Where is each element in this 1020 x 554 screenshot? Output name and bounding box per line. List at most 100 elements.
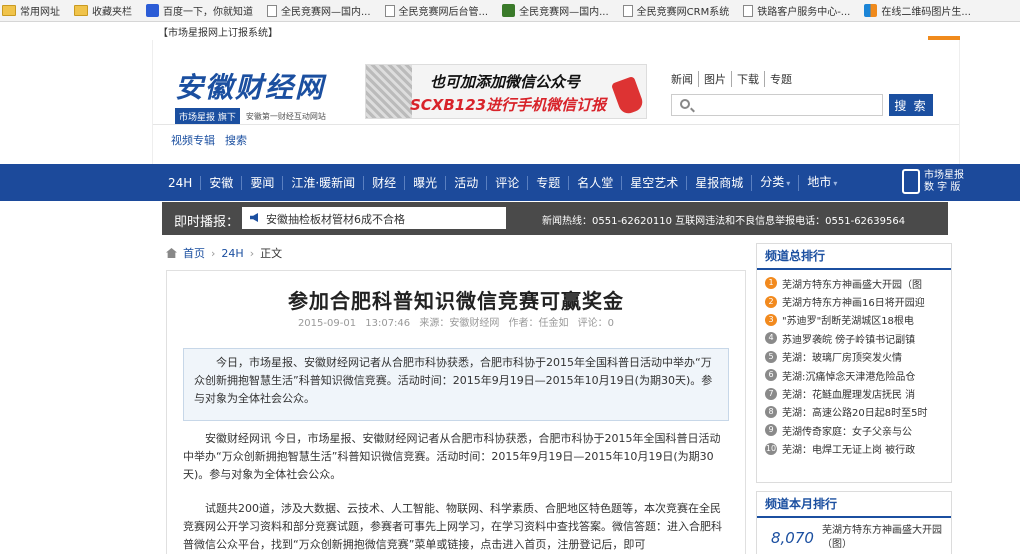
article-summary: 今日，市场星报、安徽财经网记者从合肥市科协获悉，合肥市科协于2015年全国科普日… — [183, 348, 729, 421]
bookmark-label: 全民竞赛网—国内... — [519, 7, 609, 18]
bookmark-label: 铁路客户服务中心-... — [757, 7, 851, 18]
banner-line1: 也可加添加微信公众号 — [430, 73, 581, 91]
rank-item[interactable]: 7 芜湖：花鲢血腥理发店抚民 消 — [765, 384, 951, 402]
wechat-banner-ad[interactable]: 也可加添加微信公众号 SCXB123进行手机微信订报 — [365, 64, 647, 119]
ticker-box: 安徽抽检板材管材6成不合格 — [242, 207, 506, 229]
bookmark-label: 收藏夹栏 — [92, 7, 132, 18]
rank-item[interactable]: 10 芜湖：电焊工无证上岗 被行政 — [765, 440, 951, 458]
logo-slogan: 安徽第一财经互动网站 — [245, 112, 326, 121]
nav-item-label: 星空艺术 — [630, 175, 679, 190]
chevron-down-icon: ▾ — [833, 178, 838, 188]
month-rank-item[interactable]: 8,070 芜湖方特东方神画盛大开园（图） — [757, 518, 951, 552]
nav-item[interactable]: 安徽 — [200, 175, 241, 190]
bookmark-label: 全民竞赛网后台管... — [398, 7, 489, 18]
rank-number: 2 — [765, 295, 777, 308]
nav-item[interactable]: 专题 — [527, 175, 568, 190]
nav-item[interactable]: 名人堂 — [568, 175, 621, 190]
rank-item[interactable]: 4 苏迪罗袭皖 傍子岭镇书记副镇 — [765, 329, 951, 347]
nav-item-label: 江淮·暖新闻 — [291, 175, 356, 190]
js-icon — [502, 4, 516, 17]
rank-title: "苏迪罗"刮断芜湖城区18根电 — [782, 316, 914, 328]
folder-icon — [2, 5, 16, 16]
bookmark-item[interactable]: 全民竞赛网—国内... — [502, 3, 609, 18]
nav-item[interactable]: 活动 — [445, 175, 486, 190]
nav-item[interactable]: 24H — [160, 176, 200, 190]
logo-subline: 市场星报 旗下 安徽第一财经互动网站 — [175, 108, 365, 125]
nav-item-label: 曝光 — [413, 175, 438, 190]
article-paragraph-2: 试题共200道，涉及大数据、云技术、人工智能、物联网、科学素质、合肥地区特色题等… — [183, 502, 722, 551]
rank-item[interactable]: 6 芜湖:沉痛悼念天津港危险品仓 — [765, 366, 951, 384]
search-box — [671, 94, 883, 116]
nav-item-label: 星报商城 — [695, 175, 744, 190]
rank-title: 芜湖：高速公路20日起8时至5时 — [782, 408, 928, 420]
bookmark-item[interactable]: 全民竞赛网后台管... — [384, 3, 489, 18]
rank-title: 芜湖传奇家庭：女子父亲与公 — [782, 426, 912, 438]
sub-nav-topics[interactable]: 专题 — [764, 71, 797, 87]
nav-item[interactable]: 地市 ▾ — [798, 174, 845, 191]
bookmarks-bar: 常用网址 收藏夹栏 百度一下，你就知道 全民竞赛网—国内... 全民竞赛网后台管... 全… — [0, 0, 1020, 22]
sub-nav: 新闻 图片 下载 专题 — [671, 71, 797, 87]
month-rank-views: 8,070 — [771, 529, 814, 547]
ticker-headline[interactable]: 安徽抽检板材管材6成不合格 — [266, 211, 405, 227]
bookmark-item[interactable]: 全民竞赛网—国内... — [267, 3, 371, 18]
quick-link-video[interactable]: 视频专辑 — [171, 132, 215, 148]
rank-item[interactable]: 9 芜湖传奇家庭：女子父亲与公 — [765, 421, 951, 439]
logo-badge: 市场星报 旗下 — [175, 108, 240, 125]
bookmark-item[interactable]: 铁路客户服务中心-... — [743, 3, 850, 18]
rank-title: 芜湖方特东方神画16日将开园迎 — [782, 298, 925, 310]
rank-number: 8 — [765, 405, 777, 418]
speaker-icon — [250, 213, 258, 222]
bookmark-item[interactable]: 百度一下，你就知道 — [146, 3, 253, 18]
rank-number: 6 — [765, 369, 777, 382]
rank-item[interactable]: 5 芜湖：玻璃厂房顶突发火情 — [765, 348, 951, 366]
nav-item[interactable]: 评论 — [486, 175, 527, 190]
bookmark-item[interactable]: 收藏夹栏 — [74, 3, 132, 18]
search-button[interactable]: 搜 索 — [889, 94, 933, 116]
nav-item[interactable]: 星空艺术 — [621, 175, 686, 190]
sub-nav-download[interactable]: 下载 — [731, 71, 764, 87]
nav-item[interactable]: 分类 ▾ — [751, 174, 798, 191]
rank-item[interactable]: 3 "苏迪罗"刮断芜湖城区18根电 — [765, 311, 951, 329]
nav-item-label: 活动 — [454, 175, 479, 190]
rank-item[interactable]: 1 芜湖方特东方神画盛大开园（图 — [765, 274, 951, 292]
rank-title: 芜湖：玻璃厂房顶突发火情 — [782, 353, 902, 365]
nav-item-label: 评论 — [495, 175, 520, 190]
bookmark-item[interactable]: 常用网址 — [2, 3, 60, 18]
month-rank-title: 芜湖方特东方神画盛大开园（图） — [821, 525, 942, 550]
nav-item[interactable]: 曝光 — [404, 175, 445, 190]
quick-link-search[interactable]: 搜索 — [225, 132, 247, 148]
site-logo[interactable]: 安徽财经网 市场星报 旗下 安徽第一财经互动网站 — [175, 66, 365, 126]
digital-edition-link[interactable]: 市场星报 数 字 版 — [902, 169, 964, 194]
subscription-link[interactable]: 【市场星报网上订报系统】 — [158, 24, 278, 39]
nav-item[interactable]: 星报商城 — [686, 175, 751, 190]
sub-nav-news[interactable]: 新闻 — [671, 71, 698, 87]
nav-item-label: 地市 — [807, 174, 832, 189]
nav-item[interactable]: 要闻 — [241, 175, 282, 190]
sub-nav-images[interactable]: 图片 — [698, 71, 731, 87]
bookmark-item[interactable]: 在线二维码图片生... — [864, 3, 971, 18]
nav-item[interactable]: 江淮·暖新闻 — [282, 175, 363, 190]
breadcrumb-section[interactable]: 24H — [221, 247, 243, 260]
bookmark-item[interactable]: 全民竞赛网CRM系统 — [622, 3, 729, 18]
rank-number: 9 — [765, 424, 777, 437]
bookmark-label: 常用网址 — [20, 7, 60, 18]
nav-item-label: 名人堂 — [577, 175, 614, 190]
nav-item-label: 要闻 — [250, 175, 275, 190]
ticker-label: 即时播报： — [174, 215, 240, 230]
rank-item[interactable]: 8 芜湖：高速公路20日起8时至5时 — [765, 403, 951, 421]
nav-item[interactable]: 财经 — [363, 175, 404, 190]
page-icon — [267, 4, 277, 17]
breadcrumb: 首页 › 24H › 正文 — [166, 245, 282, 261]
article-title: 参加合肥科普知识微信竞赛可赢奖金 — [288, 289, 624, 313]
site-header: 安徽财经网 市场星报 旗下 安徽第一财经互动网站 也可加添加微信公众号 SCXB… — [152, 40, 960, 164]
breadcrumb-home[interactable]: 首页 — [183, 245, 205, 261]
rank-total-box: 频道总排行 1 芜湖方特东方神画盛大开园（图 2 芜湖方特东方神画16日将开园迎 3 "苏… — [756, 243, 952, 483]
rank-item[interactable]: 2 芜湖方特东方神画16日将开园迎 — [765, 292, 951, 310]
page-icon — [384, 4, 395, 17]
main-nav-items: 24H 安徽 要闻 江淮·暖新闻 财经 曝光 活动 评论 专题 名人堂 星空艺术 星报商城 分类 ▾ 地市 ▾ — [160, 164, 845, 201]
folder-icon — [74, 5, 88, 16]
digital-line2: 数 字 版 — [924, 181, 961, 193]
search-input[interactable] — [700, 95, 880, 115]
page-icon — [622, 4, 633, 17]
search-icon — [680, 99, 690, 109]
